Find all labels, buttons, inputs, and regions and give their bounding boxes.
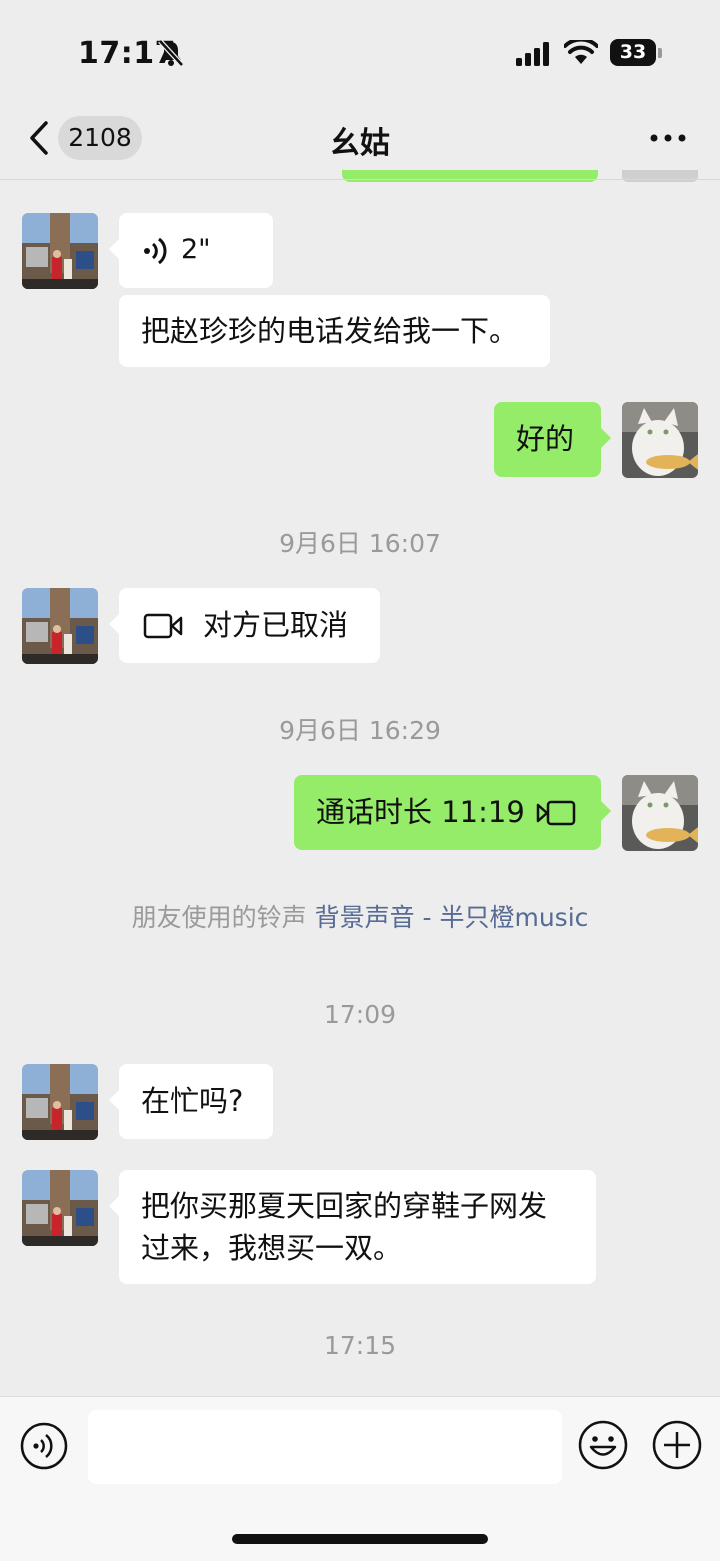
message-text-line: 把你买那夏天回家的穿鞋子网发 [141, 1189, 548, 1223]
call-status-text: 对方已取消 [203, 608, 349, 642]
timestamp: 17:15 [323, 1331, 397, 1360]
contact-avatar[interactable] [22, 588, 98, 664]
bell-slash-icon [158, 39, 184, 67]
contact-avatar[interactable] [22, 1064, 98, 1140]
my-avatar[interactable] [622, 402, 698, 478]
voice-icon[interactable] [20, 1422, 68, 1470]
battery-icon: 33 [610, 39, 656, 66]
voice-duration: 2" [181, 234, 211, 265]
contact-photo [22, 1170, 98, 1246]
previous-bubble-edge [342, 170, 598, 182]
contact-photo [22, 588, 98, 664]
ringtone-link[interactable]: 背景声音 - 半只橙music [315, 903, 589, 932]
emoji-icon[interactable] [578, 1420, 628, 1470]
video-call-bubble[interactable]: 对方已取消 [109, 588, 380, 663]
home-indicator [232, 1534, 488, 1544]
my-avatar[interactable] [622, 775, 698, 851]
previous-image-edge [622, 170, 698, 182]
timestamp: 17:09 [323, 1000, 397, 1029]
wifi-icon [564, 40, 598, 64]
voice-message-bubble[interactable]: 2" [109, 213, 273, 288]
chevron-left-icon[interactable] [28, 120, 50, 156]
video-camera-icon [143, 613, 183, 639]
nav-divider [0, 179, 720, 180]
plus-icon[interactable] [652, 1420, 702, 1470]
message-text: 把赵珍珍的电话发给我一下。 [141, 314, 519, 348]
timestamp: 9月6日 16:07 [279, 529, 441, 558]
message-bubble[interactable]: 把你买那夏天回家的穿鞋子网发 过来，我想买一双。 [109, 1170, 596, 1284]
message-text: 在忙吗? [141, 1084, 244, 1118]
timestamp: 9月6日 16:29 [279, 716, 441, 745]
cat-photo [622, 775, 698, 851]
contact-photo [22, 213, 98, 289]
cat-photo [622, 402, 698, 478]
message-input[interactable] [88, 1410, 562, 1484]
voice-wave-icon [144, 237, 167, 265]
video-camera-icon [536, 800, 576, 826]
video-call-bubble[interactable]: 通话时长 11:19 [294, 775, 611, 850]
message-text-line: 过来，我想买一双。 [141, 1231, 403, 1265]
signal-bars-icon [516, 42, 549, 66]
contact-avatar[interactable] [22, 213, 98, 289]
contact-avatar[interactable] [22, 1170, 98, 1246]
message-bubble[interactable]: 好的 [494, 402, 611, 477]
more-icon[interactable] [648, 126, 688, 150]
ringtone-prefix: 朋友使用的铃声 [131, 903, 307, 932]
unread-count-badge[interactable]: 2108 [58, 116, 142, 160]
call-duration-text: 通话时长 11:19 [316, 795, 525, 829]
contact-photo [22, 1064, 98, 1140]
message-bubble[interactable]: 把赵珍珍的电话发给我一下。 [119, 295, 550, 367]
message-bubble[interactable]: 在忙吗? [109, 1064, 273, 1139]
message-text: 好的 [516, 422, 575, 456]
ringtone-notice: 朋友使用的铃声 背景声音 - 半只橙music [0, 898, 720, 934]
battery-tip [658, 48, 662, 58]
